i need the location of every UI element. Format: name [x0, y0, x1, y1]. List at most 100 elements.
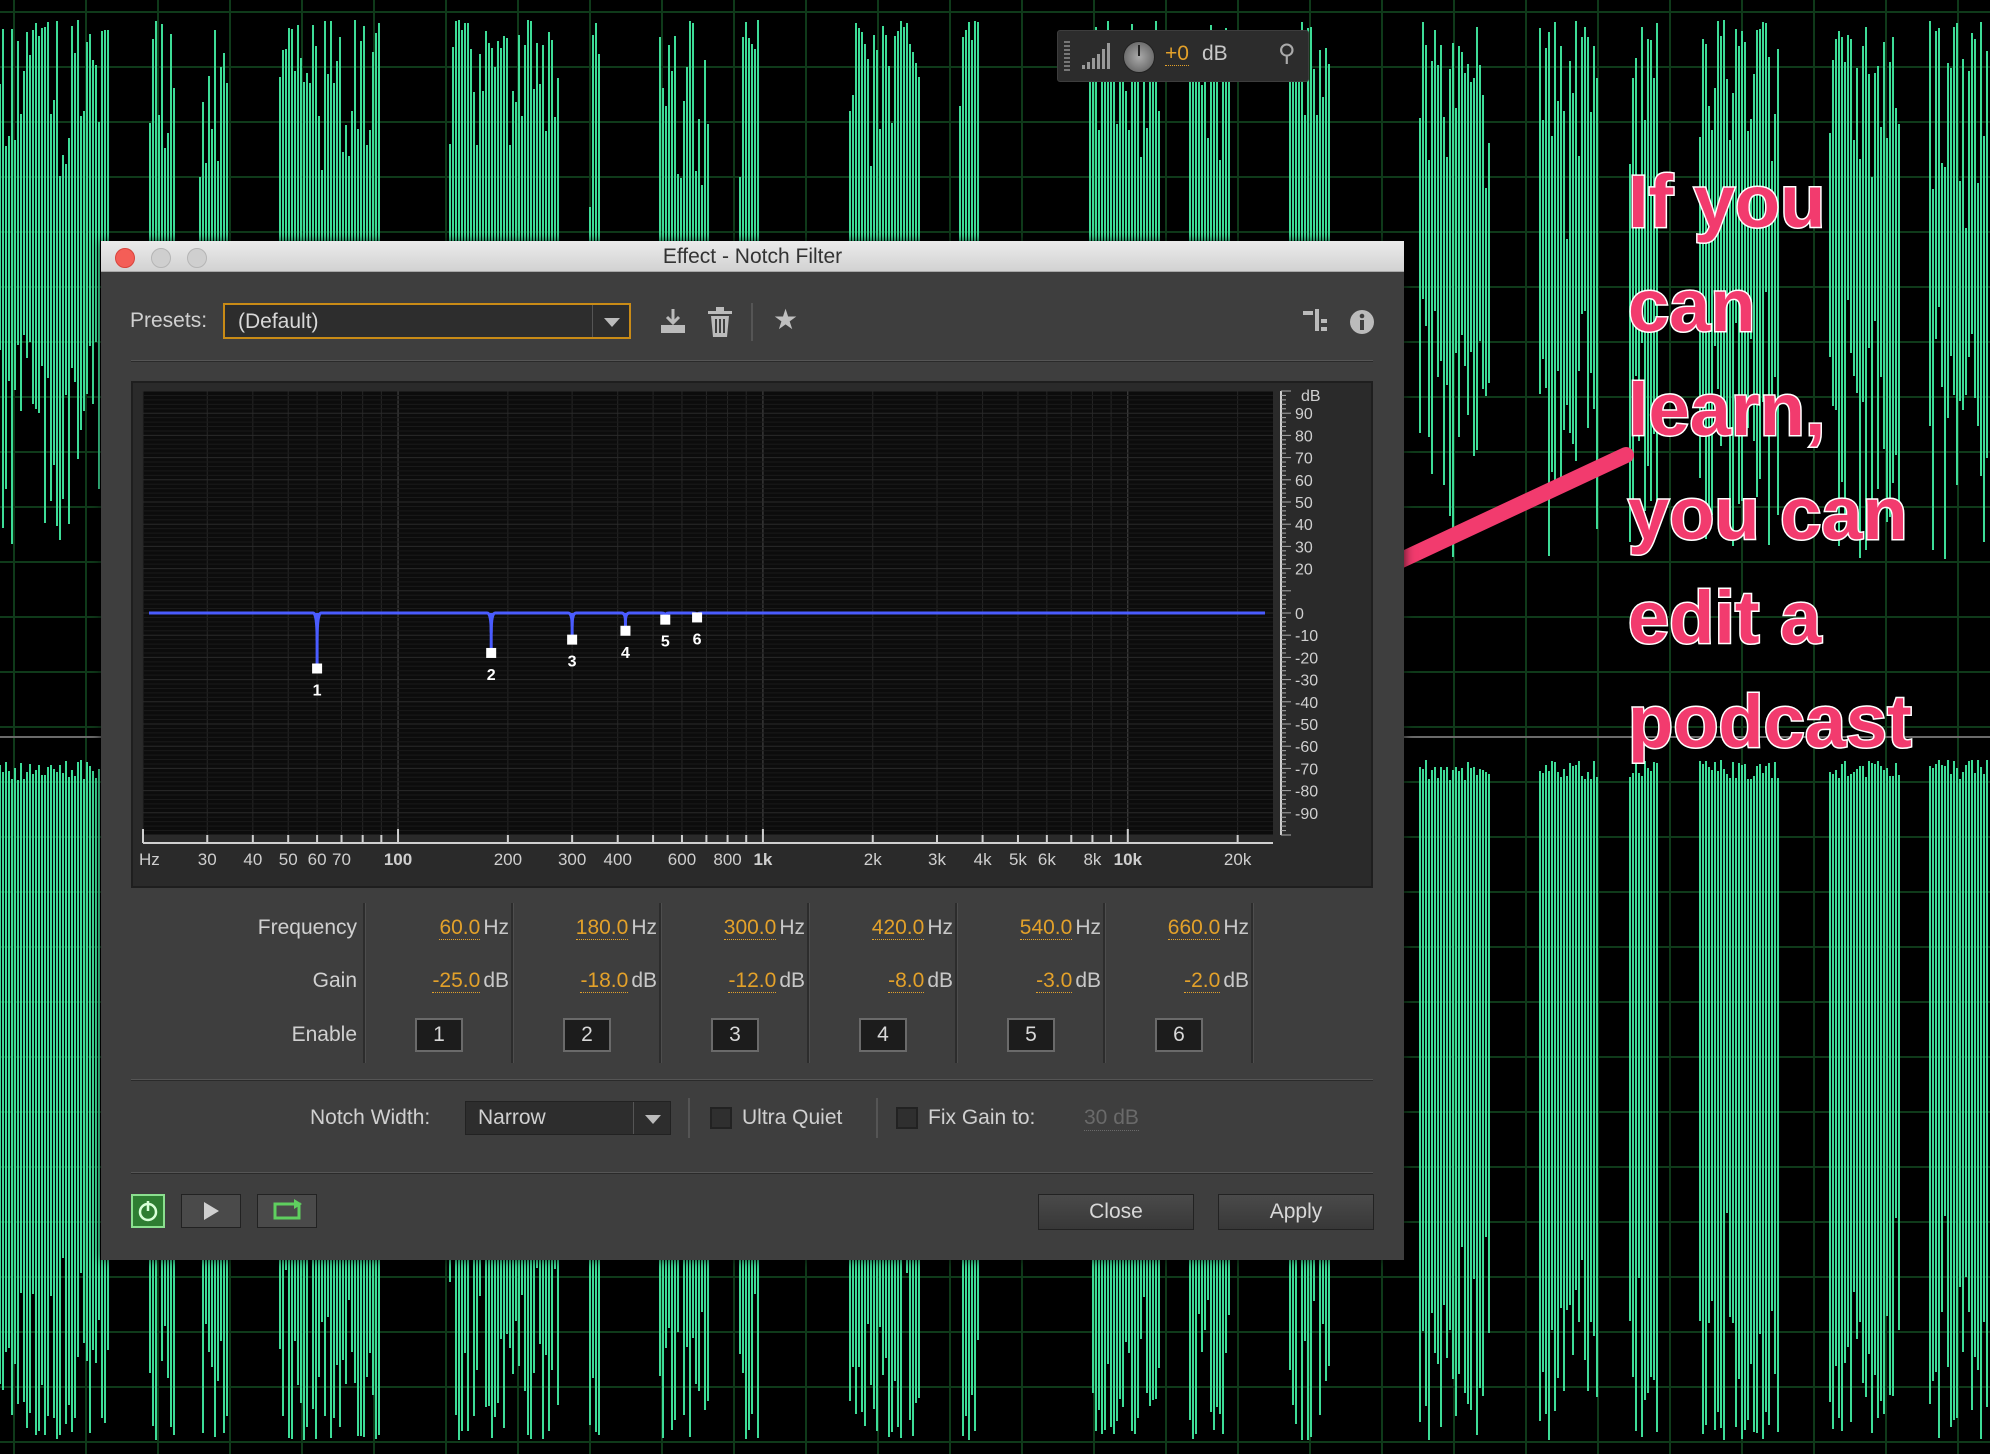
annotation-text: If you can learn, you can edit a podcast: [1627, 159, 1914, 765]
band-3-gain[interactable]: -12.0 dB: [665, 969, 805, 993]
band-6-enable-button[interactable]: 6: [1155, 1018, 1203, 1052]
x-tick-label: 40: [243, 850, 262, 869]
column-divider: [363, 903, 366, 1063]
y-tick-label: -20: [1295, 650, 1318, 667]
chevron-down-icon: [633, 1102, 670, 1134]
band-2-enable-button[interactable]: 2: [563, 1018, 611, 1052]
notch-handle-1[interactable]: [312, 663, 323, 674]
band-2-frequency-value[interactable]: 180.0: [575, 916, 629, 940]
x-tick-label: Hz: [139, 850, 160, 869]
band-3-enable-button[interactable]: 3: [711, 1018, 759, 1052]
volume-knob[interactable]: [1123, 41, 1155, 73]
x-tick-label: 30: [198, 850, 217, 869]
band-1-frequency-unit: Hz: [483, 916, 509, 939]
y-tick-label: 30: [1295, 539, 1313, 556]
band-6-gain-value[interactable]: -2.0: [1184, 969, 1221, 993]
band-1-frequency[interactable]: 60.0 Hz: [369, 916, 509, 940]
band-3-gain-value[interactable]: -12.0: [728, 969, 777, 993]
band-4-enable-button[interactable]: 4: [859, 1018, 907, 1052]
divider: [131, 1079, 1373, 1081]
y-tick-label: -10: [1295, 628, 1318, 645]
play-button[interactable]: [181, 1194, 241, 1228]
notch-width-value: Narrow: [478, 1106, 546, 1129]
info-icon[interactable]: [1349, 309, 1375, 335]
grip-handle[interactable]: [1064, 41, 1070, 71]
y-tick-label: 40: [1295, 517, 1313, 534]
presets-dropdown[interactable]: (Default): [223, 303, 631, 339]
band-5-frequency[interactable]: 540.0 Hz: [961, 916, 1101, 940]
band-2-gain[interactable]: -18.0 dB: [517, 969, 657, 993]
band-4-frequency-value[interactable]: 420.0: [871, 916, 925, 940]
x-tick-label: 400: [604, 850, 632, 869]
apply-button[interactable]: Apply: [1218, 1194, 1374, 1230]
y-tick-label: 0: [1295, 606, 1304, 623]
loop-button[interactable]: [257, 1194, 317, 1228]
x-tick-label: 8k: [1083, 850, 1101, 869]
volume-value[interactable]: +0: [1165, 43, 1189, 66]
notch-handle-3[interactable]: [567, 634, 578, 645]
band-2-gain-value[interactable]: -18.0: [580, 969, 629, 993]
volume-unit: dB: [1202, 42, 1228, 65]
band-3-frequency[interactable]: 300.0 Hz: [665, 916, 805, 940]
band-5-enable-button[interactable]: 5: [1007, 1018, 1055, 1052]
trash-icon[interactable]: [707, 307, 733, 337]
notch-handle-5[interactable]: [660, 614, 671, 625]
y-tick-label: -40: [1295, 695, 1318, 712]
fix-gain-checkbox[interactable]: [896, 1107, 918, 1129]
band-1-gain-unit: dB: [483, 969, 509, 992]
band-5-gain-value[interactable]: -3.0: [1036, 969, 1073, 993]
y-tick-label: 20: [1295, 562, 1313, 579]
band-6-gain-unit: dB: [1223, 969, 1249, 992]
notch-label: 5: [661, 634, 670, 651]
frequency-response-graph[interactable]: Hz 30 40 50 60 70 100 200 300 400 600 800 1k 2k 3k 4k 5k…: [131, 381, 1373, 888]
x-tick-label: 300: [558, 850, 586, 869]
ultra-quiet-checkbox[interactable]: [710, 1107, 732, 1129]
band-1-gain[interactable]: -25.0 dB: [369, 969, 509, 993]
band-4-gain-unit: dB: [927, 969, 953, 992]
y-tick-label: 80: [1295, 428, 1313, 445]
band-5-gain[interactable]: -3.0 dB: [961, 969, 1101, 993]
y-tick-label: -50: [1295, 717, 1318, 734]
x-tick-label: 800: [713, 850, 741, 869]
y-tick-label: 70: [1295, 451, 1313, 468]
routing-icon[interactable]: [1303, 309, 1327, 335]
enable-label: Enable: [291, 1023, 357, 1046]
band-4-frequency[interactable]: 420.0 Hz: [813, 916, 953, 940]
notch-handle-6[interactable]: [692, 612, 703, 623]
band-4-gain[interactable]: -8.0 dB: [813, 969, 953, 993]
band-6-gain[interactable]: -2.0 dB: [1109, 969, 1249, 993]
y-tick-label: -90: [1295, 806, 1318, 823]
column-divider: [1251, 903, 1254, 1063]
divider: [688, 1098, 690, 1138]
band-5-gain-unit: dB: [1075, 969, 1101, 992]
notch-width-dropdown[interactable]: Narrow: [465, 1101, 671, 1135]
column-divider: [955, 903, 958, 1063]
notch-handle-4[interactable]: [620, 625, 631, 636]
loop-icon: [273, 1199, 302, 1220]
power-icon: [138, 1201, 158, 1222]
band-1-enable-button[interactable]: 1: [415, 1018, 463, 1052]
band-3-frequency-value[interactable]: 300.0: [723, 916, 777, 940]
band-6-frequency[interactable]: 660.0 Hz: [1109, 916, 1249, 940]
fix-gain-value: 30 dB: [1084, 1106, 1139, 1131]
band-4-gain-value[interactable]: -8.0: [888, 969, 925, 993]
close-button[interactable]: Close: [1038, 1194, 1194, 1230]
power-toggle-button[interactable]: [131, 1194, 165, 1228]
pin-icon[interactable]: ⚲: [1278, 39, 1296, 68]
save-preset-icon[interactable]: [659, 307, 687, 335]
band-6-frequency-value[interactable]: 660.0: [1167, 916, 1221, 940]
x-tick-label: 60: [308, 850, 327, 869]
band-5-frequency-unit: Hz: [1075, 916, 1101, 939]
x-tick-label: 5k: [1009, 850, 1027, 869]
notch-handle-2[interactable]: [486, 647, 497, 658]
favorite-star-icon[interactable]: ★: [773, 305, 798, 335]
column-divider: [659, 903, 662, 1063]
x-tick-label: 600: [668, 850, 696, 869]
band-5-frequency-value[interactable]: 540.0: [1019, 916, 1073, 940]
band-1-gain-value[interactable]: -25.0: [432, 969, 481, 993]
band-3-frequency-unit: Hz: [779, 916, 805, 939]
band-1-frequency-value[interactable]: 60.0: [439, 916, 481, 940]
band-2-frequency[interactable]: 180.0 Hz: [517, 916, 657, 940]
y-tick-label: 50: [1295, 495, 1313, 512]
toolbar-divider: [751, 303, 753, 341]
